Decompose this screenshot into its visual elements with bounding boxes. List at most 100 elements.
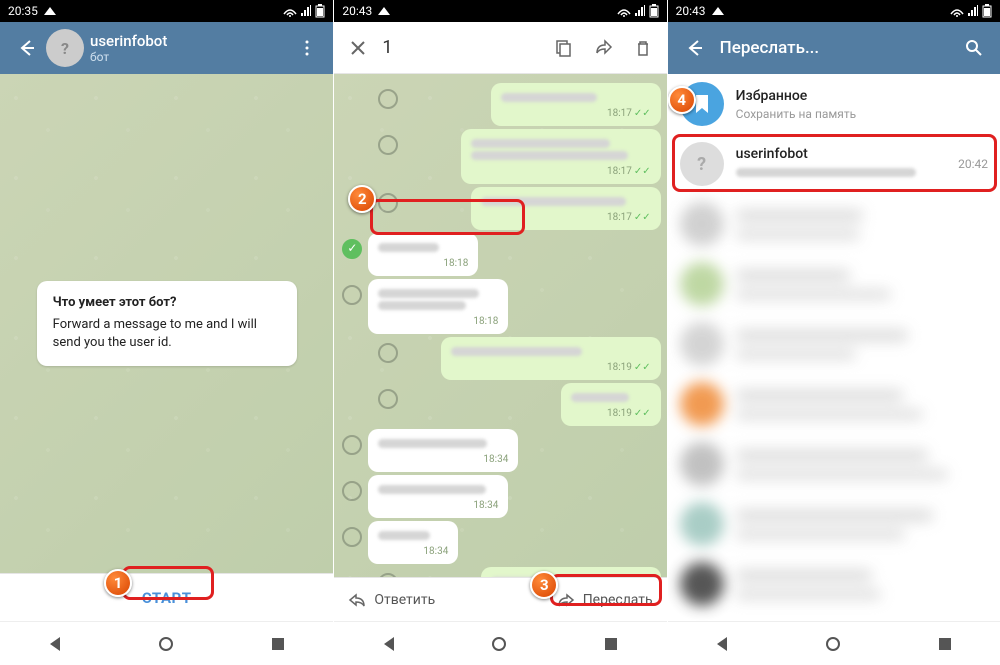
chat-item-blurred[interactable] — [668, 314, 1000, 374]
message-bubble[interactable]: 18:18 — [368, 233, 478, 276]
nav-home-icon[interactable] — [159, 637, 173, 651]
android-nav — [334, 621, 666, 665]
chat-item-blurred[interactable] — [668, 194, 1000, 254]
forward-button[interactable] — [583, 28, 623, 68]
signal-icon — [968, 5, 978, 17]
wifi-icon — [950, 5, 964, 17]
delete-button[interactable] — [623, 28, 663, 68]
status-time: 20:35 — [8, 4, 38, 18]
select-circle[interactable] — [378, 389, 398, 409]
chat-item-blurred[interactable] — [668, 434, 1000, 494]
status-bar: 20:43 — [668, 0, 1000, 22]
signal-icon — [301, 5, 311, 17]
message-row[interactable]: 18:17✓✓ — [336, 129, 664, 184]
message-bubble[interactable]: 18:17✓✓ — [471, 187, 661, 230]
forward-action-button[interactable]: Переслать — [557, 592, 653, 608]
select-circle[interactable] — [378, 135, 398, 155]
chat-subtitle: бот — [90, 50, 287, 64]
nav-recent-icon[interactable] — [939, 638, 951, 650]
bot-name: userinfobot — [736, 146, 958, 162]
chat-area: Что умеет этот бот? Forward a message to… — [0, 74, 333, 573]
nav-recent-icon[interactable] — [272, 638, 284, 650]
avatar[interactable]: ? — [46, 29, 84, 67]
battery-icon — [315, 4, 325, 18]
chat-header: ? userinfobot бот — [0, 22, 333, 74]
start-button[interactable]: СТАРТ — [120, 581, 214, 615]
message-bubble[interactable]: 18:19✓✓ — [561, 383, 661, 426]
bot-time: 20:42 — [958, 157, 988, 171]
back-button[interactable] — [674, 28, 714, 68]
select-circle[interactable] — [342, 239, 362, 259]
battery-icon — [982, 4, 992, 18]
message-row[interactable]: 18:18 — [336, 279, 664, 334]
message-bubble[interactable]: 18:17✓✓ — [491, 83, 661, 126]
message-row[interactable]: 18:34 — [336, 521, 664, 564]
forward-title: Переслать... — [720, 38, 954, 58]
message-bubble[interactable]: 18:34 — [368, 429, 518, 472]
battery-icon — [649, 4, 659, 18]
status-time: 20:43 — [676, 4, 706, 18]
message-row[interactable]: 18:19✓✓ — [336, 383, 664, 426]
message-row[interactable]: 18:17✓✓ — [336, 83, 664, 126]
avatar: ? — [680, 142, 724, 186]
chat-item-blurred[interactable] — [668, 554, 1000, 614]
more-button[interactable] — [287, 28, 327, 68]
message-row[interactable]: 18:19✓✓ — [336, 337, 664, 380]
copy-button[interactable] — [543, 28, 583, 68]
select-circle[interactable] — [378, 343, 398, 363]
wifi-icon — [283, 5, 297, 17]
message-bubble[interactable]: 18:17✓✓ — [461, 129, 661, 184]
nav-home-icon[interactable] — [492, 637, 506, 651]
chat-item-blurred[interactable] — [668, 254, 1000, 314]
selection-header: 1 — [334, 22, 666, 74]
message-bubble[interactable]: 18:19✓✓ — [441, 337, 661, 380]
bot-info-title: Что умеет этот бот? — [53, 295, 281, 310]
back-button[interactable] — [6, 28, 46, 68]
message-bubble[interactable]: 18:34✓✓ — [481, 567, 661, 577]
bot-info-text: Forward a message to me and I will send … — [53, 316, 281, 351]
select-circle[interactable] — [342, 285, 362, 305]
chat-area: 18:17✓✓18:17✓✓18:17✓✓18:1818:1818:19✓✓18… — [334, 74, 666, 577]
nav-back-icon[interactable] — [50, 637, 60, 651]
nav-back-icon[interactable] — [384, 637, 394, 651]
select-circle[interactable] — [378, 193, 398, 213]
nav-recent-icon[interactable] — [605, 638, 617, 650]
android-nav — [0, 621, 333, 665]
saved-messages-item[interactable]: Избранное Сохранить на память — [668, 74, 1000, 134]
notification-icon — [44, 7, 56, 15]
status-bar: 20:43 — [334, 0, 666, 22]
badge-4: 4 — [668, 86, 696, 114]
select-circle[interactable] — [378, 89, 398, 109]
search-button[interactable] — [954, 28, 994, 68]
start-bar: СТАРТ — [0, 573, 333, 621]
signal-icon — [635, 5, 645, 17]
chat-item-blurred[interactable] — [668, 374, 1000, 434]
message-bubble[interactable]: 18:34 — [368, 475, 508, 518]
reply-button[interactable]: Ответить — [348, 592, 435, 608]
notification-icon — [378, 7, 390, 15]
select-circle[interactable] — [342, 435, 362, 455]
userinfobot-item[interactable]: ? userinfobot 20:42 — [668, 134, 1000, 194]
message-row[interactable]: 18:17✓✓ — [336, 187, 664, 230]
selection-count: 1 — [382, 37, 542, 58]
message-row[interactable]: 18:34✓✓ — [336, 567, 664, 577]
nav-back-icon[interactable] — [717, 637, 727, 651]
close-button[interactable] — [338, 28, 378, 68]
message-bubble[interactable]: 18:18 — [368, 279, 508, 334]
forward-label: Переслать — [583, 592, 653, 608]
message-row[interactable]: 18:34 — [336, 429, 664, 472]
message-bubble[interactable]: 18:34 — [368, 521, 458, 564]
forward-list: Избранное Сохранить на память ? userinfo… — [668, 74, 1000, 621]
select-circle[interactable] — [378, 573, 398, 577]
select-circle[interactable] — [342, 481, 362, 501]
saved-sub: Сохранить на память — [736, 107, 988, 121]
nav-home-icon[interactable] — [826, 637, 840, 651]
status-bar: 20:35 — [0, 0, 333, 22]
forward-header: Переслать... — [668, 22, 1000, 74]
chat-item-blurred[interactable] — [668, 494, 1000, 554]
message-row[interactable]: 18:34 — [336, 475, 664, 518]
select-circle[interactable] — [342, 527, 362, 547]
message-row[interactable]: 18:18 — [336, 233, 664, 276]
saved-name: Избранное — [736, 88, 988, 104]
bot-info-card: Что умеет этот бот? Forward a message to… — [37, 281, 297, 365]
